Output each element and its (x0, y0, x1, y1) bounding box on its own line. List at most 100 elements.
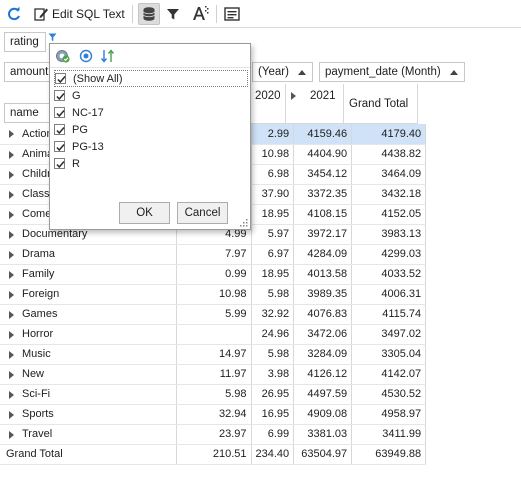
filter-value-item[interactable]: PG-13 (54, 138, 248, 155)
filter-field-rating[interactable]: rating (4, 32, 46, 52)
filter-value-item[interactable]: PG (54, 121, 248, 138)
expand-icon[interactable] (9, 230, 14, 239)
cell-2020[interactable]: 10.98 (251, 144, 295, 165)
expand-icon[interactable] (9, 410, 14, 419)
cell-2019[interactable]: 11.97 (176, 364, 252, 385)
cell-2019[interactable]: 0.99 (176, 264, 252, 285)
cell-grand-total[interactable]: 3983.13 (351, 224, 427, 245)
row-header[interactable]: Sports (0, 404, 177, 425)
filter-button[interactable] (166, 3, 182, 25)
invert-filter-icon[interactable] (100, 48, 116, 64)
total-grand-total[interactable]: 63949.88 (351, 443, 427, 465)
column-header-2020[interactable]: 2020 (251, 84, 286, 124)
cell-2020[interactable]: 6.98 (251, 164, 295, 185)
filter-value-item[interactable]: G (54, 87, 248, 104)
table-row[interactable]: Drama 7.97 6.97 4284.09 4299.03 (0, 244, 427, 265)
format-text-button[interactable] (192, 3, 210, 25)
cell-2021[interactable]: 4404.90 (293, 144, 353, 165)
cell-2020[interactable]: 5.98 (251, 284, 295, 305)
cell-grand-total[interactable]: 4006.31 (351, 284, 427, 305)
cell-grand-total[interactable]: 3464.09 (351, 164, 427, 185)
cell-grand-total[interactable]: 3432.18 (351, 184, 427, 205)
table-row[interactable]: Foreign 10.98 5.98 3989.35 4006.31 (0, 284, 427, 305)
row-header[interactable]: Games (0, 304, 177, 325)
cell-grand-total[interactable]: 3411.99 (351, 424, 427, 445)
cell-2020[interactable]: 18.95 (251, 204, 295, 225)
expand-icon[interactable] (9, 130, 14, 138)
row-header[interactable]: New (0, 364, 177, 385)
cell-2019[interactable]: 14.97 (176, 344, 252, 365)
row-header[interactable]: Travel (0, 424, 177, 445)
cell-2020[interactable]: 3.98 (251, 364, 295, 385)
table-row[interactable]: Travel 23.97 6.99 3381.03 3411.99 (0, 424, 427, 445)
expand-icon[interactable] (9, 370, 14, 379)
row-header[interactable]: Family (0, 264, 177, 285)
checkbox[interactable] (54, 107, 65, 118)
cell-2020[interactable]: 5.98 (251, 344, 295, 365)
expand-icon[interactable] (9, 290, 14, 299)
cell-2021[interactable]: 4108.15 (293, 204, 353, 225)
cell-2021[interactable]: 3372.35 (293, 184, 353, 205)
expand-icon[interactable] (9, 310, 14, 319)
cell-2020[interactable]: 32.92 (251, 304, 295, 325)
cell-2020[interactable]: 18.95 (251, 264, 295, 285)
expand-icon[interactable] (9, 250, 14, 259)
cancel-button[interactable]: Cancel (177, 202, 228, 224)
checkbox[interactable] (54, 158, 65, 169)
cell-2019[interactable]: 23.97 (176, 424, 252, 445)
expand-icon[interactable] (9, 430, 14, 439)
checkbox[interactable] (54, 141, 65, 152)
cell-2019[interactable] (176, 324, 252, 345)
resize-grip-icon[interactable] (240, 219, 248, 227)
column-field-month[interactable]: payment_date (Month) (319, 62, 465, 82)
refresh-button[interactable] (6, 3, 26, 25)
cell-2021[interactable]: 3989.35 (293, 284, 353, 305)
table-row[interactable]: New 11.97 3.98 4126.12 4142.07 (0, 364, 427, 385)
cell-2020[interactable]: 37.90 (251, 184, 295, 205)
cell-2020[interactable]: 26.95 (251, 384, 295, 405)
cell-2019[interactable]: 7.97 (176, 244, 252, 265)
total-2020[interactable]: 234.40 (251, 443, 295, 465)
edit-sql-button[interactable]: Edit SQL Text (33, 3, 125, 25)
row-header[interactable]: Sci-Fi (0, 384, 177, 405)
expand-icon[interactable] (9, 170, 14, 179)
cell-grand-total[interactable]: 4299.03 (351, 244, 427, 265)
cell-2020[interactable]: 16.95 (251, 404, 295, 425)
table-row[interactable]: Sports 32.94 16.95 4909.08 4958.97 (0, 404, 427, 425)
show-all-icon[interactable] (55, 48, 71, 64)
cell-grand-total[interactable]: 3497.02 (351, 324, 427, 345)
cell-grand-total[interactable]: 4152.05 (351, 204, 427, 225)
cell-2021[interactable]: 3972.17 (293, 224, 353, 245)
row-header[interactable]: Music (0, 344, 177, 365)
cell-2019[interactable]: 32.94 (176, 404, 252, 425)
cell-grand-total[interactable]: 4033.52 (351, 264, 427, 285)
table-row[interactable]: Horror 24.96 3472.06 3497.02 (0, 324, 427, 345)
expand-icon[interactable] (9, 330, 14, 339)
cell-2019[interactable]: 5.99 (176, 304, 252, 325)
cell-2021[interactable]: 4126.12 (293, 364, 353, 385)
filter-value-item[interactable]: R (54, 155, 248, 172)
table-row[interactable]: Sci-Fi 5.98 26.95 4497.59 4530.52 (0, 384, 427, 405)
checkbox[interactable] (54, 90, 65, 101)
row-header[interactable]: Horror (0, 324, 177, 345)
cell-2021[interactable]: 4909.08 (293, 404, 353, 425)
cell-2021[interactable]: 3454.12 (293, 164, 353, 185)
row-header[interactable]: Foreign (0, 284, 177, 305)
expand-icon[interactable] (9, 270, 14, 279)
expand-icon[interactable] (9, 210, 14, 219)
total-2021[interactable]: 63504.97 (293, 443, 353, 465)
expand-icon[interactable] (9, 190, 14, 199)
checkbox[interactable] (54, 124, 65, 135)
cell-2019[interactable]: 10.98 (176, 284, 252, 305)
active-filter-icon[interactable] (48, 33, 57, 42)
database-toggle-button[interactable] (138, 3, 160, 25)
cell-2020[interactable]: 6.97 (251, 244, 295, 265)
expand-icon[interactable] (9, 390, 14, 399)
row-field-name[interactable]: name (4, 103, 50, 123)
cell-2021[interactable]: 3472.06 (293, 324, 353, 345)
cell-grand-total[interactable]: 4142.07 (351, 364, 427, 385)
cell-2021[interactable]: 4159.46 (293, 124, 353, 145)
checkbox[interactable] (55, 73, 66, 84)
cell-grand-total[interactable]: 4179.40 (351, 124, 427, 145)
show-visible-icon[interactable] (78, 48, 94, 64)
